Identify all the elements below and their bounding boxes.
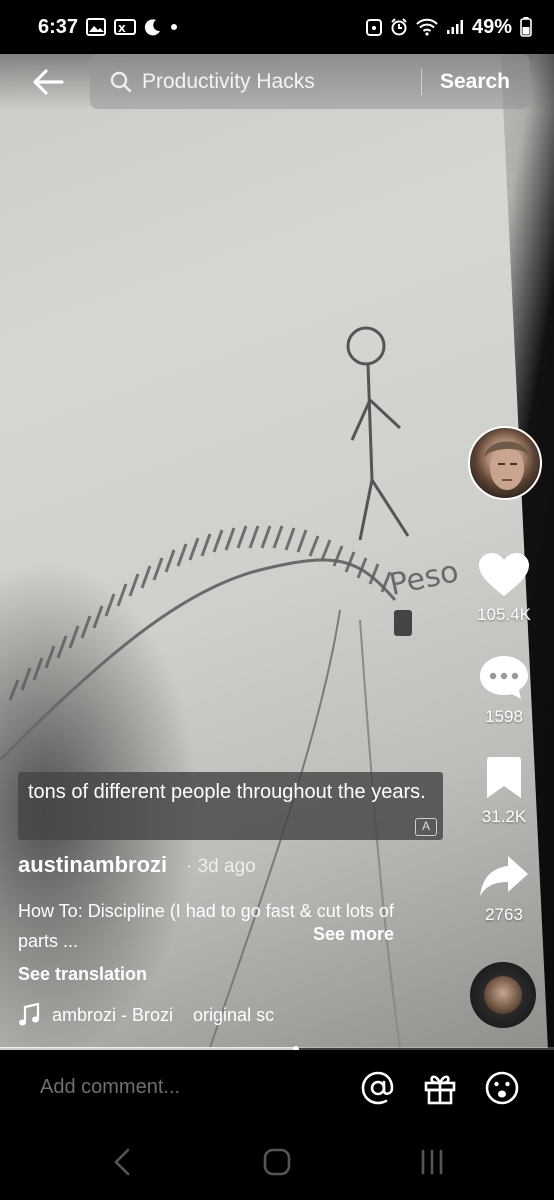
comment-bar: Add comment... [0, 1050, 554, 1128]
search-icon [110, 71, 132, 92]
music-row[interactable]: ambrozi - Brozi original sc [18, 1003, 285, 1027]
nav-back-icon [114, 1148, 130, 1176]
status-right: 49% [365, 15, 532, 39]
comment-icon [480, 656, 528, 699]
ad-icon: X [114, 18, 137, 36]
status-time: 6:37 [38, 15, 79, 38]
creator-username[interactable]: austinambrozi [18, 852, 167, 878]
music-disc-cover [484, 976, 522, 1014]
svg-text:X: X [118, 24, 126, 35]
signal-icon [446, 19, 464, 35]
wifi-icon [416, 18, 438, 36]
share-count: 2763 [485, 905, 523, 924]
nav-recents-button[interactable] [412, 1146, 452, 1178]
like-count: 105.4K [477, 605, 531, 624]
search-query[interactable]: Productivity Hacks [142, 70, 421, 94]
auto-caption: tons of different people throughout the … [18, 772, 443, 840]
search-button[interactable]: Search [422, 70, 530, 94]
emoji-icon[interactable] [484, 1070, 520, 1106]
music-disc[interactable] [470, 962, 536, 1028]
creator-avatar[interactable] [468, 426, 542, 500]
nav-home-button[interactable] [257, 1146, 297, 1178]
see-more-button[interactable]: See more [313, 924, 394, 945]
like-action[interactable]: 105.4K [466, 552, 542, 625]
back-arrow-icon [33, 69, 64, 95]
battery-icon [520, 17, 532, 37]
music-track: original sc [193, 1004, 275, 1025]
music-note-icon [19, 1003, 40, 1026]
status-bar: 6:37 X 49% [0, 0, 554, 54]
music-artist: ambrozi - Brozi [52, 1004, 174, 1025]
nav-home-icon [263, 1148, 291, 1176]
share-icon [480, 856, 528, 896]
caption-text: tons of different people throughout the … [28, 781, 426, 803]
nav-back-button[interactable] [102, 1146, 142, 1178]
gallery-icon [86, 18, 107, 36]
dnd-moon-icon [144, 18, 162, 36]
search-box[interactable]: Productivity Hacks Search [90, 54, 530, 109]
share-action[interactable]: 2763 [466, 854, 542, 925]
bookmark-icon [487, 757, 521, 798]
save-count: 31.2K [481, 807, 527, 826]
at-icon[interactable] [360, 1070, 396, 1106]
comment-count: 1598 [485, 707, 523, 726]
comment-action[interactable]: 1598 [466, 654, 542, 727]
save-action[interactable]: 31.2K [466, 756, 542, 827]
system-nav-bar [0, 1128, 554, 1200]
see-translation-button[interactable]: See translation [18, 964, 147, 985]
auto-caption-badge[interactable]: A [415, 818, 437, 836]
status-left: 6:37 X [38, 16, 178, 39]
add-comment-input[interactable]: Add comment... [40, 1076, 180, 1099]
dot-icon [170, 23, 178, 31]
lock-icon [365, 17, 382, 37]
back-button[interactable] [28, 60, 68, 104]
heart-icon [479, 553, 529, 596]
search-header: Productivity Hacks Search [0, 54, 554, 110]
battery-percent: 49% [471, 15, 512, 38]
post-time: · 3d ago [186, 856, 256, 877]
gift-icon[interactable] [422, 1070, 458, 1106]
nav-recents-icon [421, 1149, 443, 1175]
alarm-icon [390, 18, 408, 36]
sketch-text: Peso [386, 554, 461, 603]
